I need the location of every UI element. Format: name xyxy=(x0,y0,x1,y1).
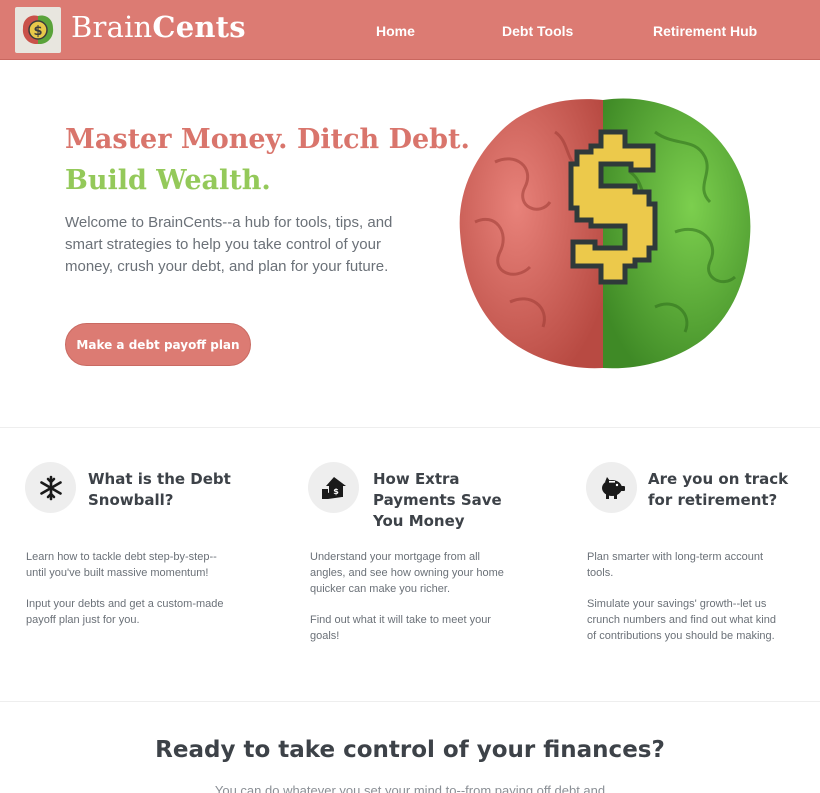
feature-paragraph: Plan smarter with long-term account tool… xyxy=(587,551,764,579)
brain-logo-icon[interactable]: $ xyxy=(15,7,61,53)
feature-paragraph: Find out what it will take to meet your … xyxy=(310,614,491,642)
cta-section-title: Ready to take control of your finances? xyxy=(155,737,665,763)
piggy-bank-icon xyxy=(586,462,637,513)
section-divider xyxy=(0,427,820,428)
brand-name[interactable]: BrainCents xyxy=(71,10,246,44)
cta-section-text: You can do whatever you set your mind to… xyxy=(214,783,606,793)
feature-title-retirement: Are you on track for retirement? xyxy=(648,470,789,509)
nav-home[interactable]: Home xyxy=(376,23,415,39)
site-header: $ BrainCents Home Debt Tools Retirement … xyxy=(0,0,820,60)
home-money-icon: $ xyxy=(308,462,359,513)
hero-title-line1: Master Money. Ditch Debt. xyxy=(65,124,470,155)
brand-name-part1: Brain xyxy=(71,10,153,44)
feature-text-extra-payments: Understand your mortgage from all angles… xyxy=(310,549,515,644)
brand-name-part2: Cents xyxy=(152,10,246,44)
feature-text-retirement: Plan smarter with long-term account tool… xyxy=(587,549,787,644)
hero-description: Welcome to BrainCents--a hub for tools, … xyxy=(65,214,393,275)
brain-dollar-illustration xyxy=(455,92,755,374)
svg-text:$: $ xyxy=(33,24,42,39)
feature-paragraph: Input your debts and get a custom-made p… xyxy=(26,598,224,626)
feature-text-debt-snowball: Learn how to tackle debt step-by-step--u… xyxy=(26,549,236,628)
feature-paragraph: Understand your mortgage from all angles… xyxy=(310,551,504,595)
snowflake-icon xyxy=(25,462,76,513)
feature-paragraph: Learn how to tackle debt step-by-step--u… xyxy=(26,551,217,579)
debt-payoff-plan-button[interactable]: Make a debt payoff plan xyxy=(65,323,251,366)
feature-title-extra-payments: How Extra Payments Save You Money xyxy=(373,470,502,530)
feature-title-debt-snowball: What is the Debt Snowball? xyxy=(88,470,231,509)
nav-debt-tools[interactable]: Debt Tools xyxy=(502,23,573,39)
feature-paragraph: Simulate your savings' growth--let us cr… xyxy=(587,598,776,642)
section-divider xyxy=(0,701,820,702)
svg-text:$: $ xyxy=(333,487,339,496)
hero-title-line2: Build Wealth. xyxy=(65,165,271,196)
nav-retirement-hub[interactable]: Retirement Hub xyxy=(653,23,757,39)
